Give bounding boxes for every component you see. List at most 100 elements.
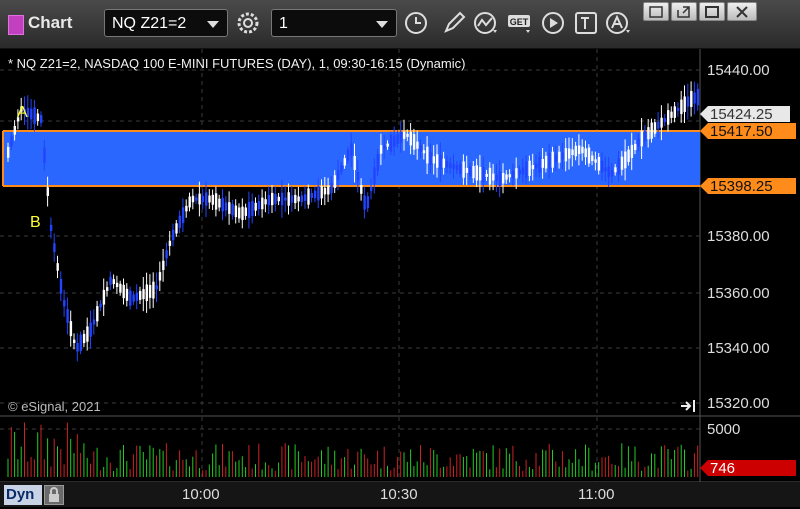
candle-body (162, 260, 165, 270)
candle-body (455, 164, 459, 171)
candle-body (495, 174, 498, 181)
last-price-label: 15424.25 (710, 106, 773, 123)
candle-body (350, 143, 353, 157)
candle-body (667, 110, 670, 125)
candle-body (521, 167, 525, 175)
candle-body (498, 171, 502, 187)
candle-body (373, 167, 376, 185)
candle-body (637, 138, 640, 147)
alert-button[interactable] (604, 9, 634, 37)
restore-button[interactable] (643, 2, 669, 21)
candle-body (92, 319, 96, 325)
candle-body (571, 149, 574, 156)
popout-button[interactable] (671, 2, 697, 21)
candle-body (399, 131, 403, 143)
settings-button[interactable] (233, 9, 263, 37)
maximize-icon (705, 5, 719, 18)
candle-body (544, 155, 548, 169)
candle-body (505, 174, 508, 180)
candle-body (313, 190, 317, 199)
play-button[interactable] (538, 9, 568, 37)
draw-button[interactable] (439, 9, 469, 37)
candle-body (251, 200, 254, 216)
candle-body (591, 155, 594, 161)
candle-body (690, 90, 693, 107)
candle-body (129, 290, 132, 306)
candle-body (439, 155, 442, 170)
study-icon (474, 12, 497, 34)
candle-body (132, 294, 135, 302)
candle-body (515, 168, 518, 179)
candle-body (478, 166, 482, 181)
candle-body (102, 289, 106, 305)
candle-body (337, 170, 340, 180)
candle-body (422, 150, 426, 154)
candle-body (218, 198, 221, 208)
chart-area[interactable]: A B 15440.00 15380.00 15360.00 15340.00 … (0, 49, 800, 507)
candle-body (508, 174, 511, 178)
candle-body (624, 151, 627, 169)
svg-text:GET: GET (510, 17, 529, 27)
candle-body (228, 202, 231, 214)
close-icon (736, 5, 748, 18)
candle-body (185, 205, 188, 212)
candle-body (617, 158, 620, 175)
candle-body (125, 288, 129, 301)
study-button[interactable] (472, 9, 502, 37)
chevron-down-icon[interactable] (207, 21, 219, 28)
symbol-value: NQ Z21=2 (112, 15, 187, 32)
candle-body (492, 173, 495, 181)
candle-body (208, 195, 211, 203)
candle-body (333, 175, 337, 188)
maximize-button[interactable] (699, 2, 725, 21)
candle-body (587, 147, 591, 164)
candle-body (568, 148, 571, 159)
label-a[interactable]: A (17, 104, 28, 121)
clock-button[interactable] (401, 9, 431, 37)
candle-body (287, 192, 290, 206)
candle-body (564, 148, 568, 162)
symbol-combobox[interactable]: NQ Z21=2 (104, 9, 228, 37)
pencil-draw-icon (444, 11, 466, 33)
play-icon (542, 12, 564, 34)
candle-body (676, 107, 680, 112)
candle-body (647, 127, 650, 140)
candle-body (393, 135, 396, 147)
candle-body (558, 151, 561, 163)
candle-body (257, 201, 261, 210)
price-tick: 15380.00 (707, 228, 770, 245)
dyn-button[interactable]: Dyn (4, 485, 42, 505)
text-tool-button[interactable] (571, 9, 601, 37)
candle-body (195, 197, 198, 201)
scroll-to-end-icon[interactable] (681, 400, 695, 412)
candle-body (696, 88, 700, 106)
candle-body (231, 204, 234, 216)
candle-body (261, 197, 264, 210)
label-b[interactable]: B (30, 214, 41, 231)
chevron-down-icon[interactable] (376, 21, 388, 28)
lock-button[interactable] (44, 485, 64, 505)
clock-icon (405, 12, 427, 34)
chart-app-icon (8, 15, 24, 35)
candle-body (383, 145, 386, 149)
lock-icon (49, 487, 59, 502)
candle-body (627, 149, 630, 163)
candle-body (7, 146, 10, 158)
candle-body (429, 151, 432, 165)
candle-body (518, 169, 521, 175)
settings-icon (237, 12, 259, 34)
time-tick: 11:00 (578, 486, 615, 503)
price-chart[interactable]: A B 15440.00 15380.00 15360.00 15340.00 … (0, 49, 800, 507)
candle-body (234, 205, 238, 218)
close-button[interactable] (727, 2, 757, 21)
candle-body (49, 224, 53, 231)
candle-body (122, 284, 125, 299)
candle-body (462, 161, 465, 178)
get-button[interactable]: GET (505, 9, 535, 37)
interval-combobox[interactable]: 1 (271, 9, 397, 37)
candle-body (201, 195, 205, 203)
candle-body (396, 134, 399, 144)
band-lower-label: 15398.25 (710, 178, 773, 195)
candle-body (346, 149, 350, 161)
candle-body (634, 143, 637, 151)
